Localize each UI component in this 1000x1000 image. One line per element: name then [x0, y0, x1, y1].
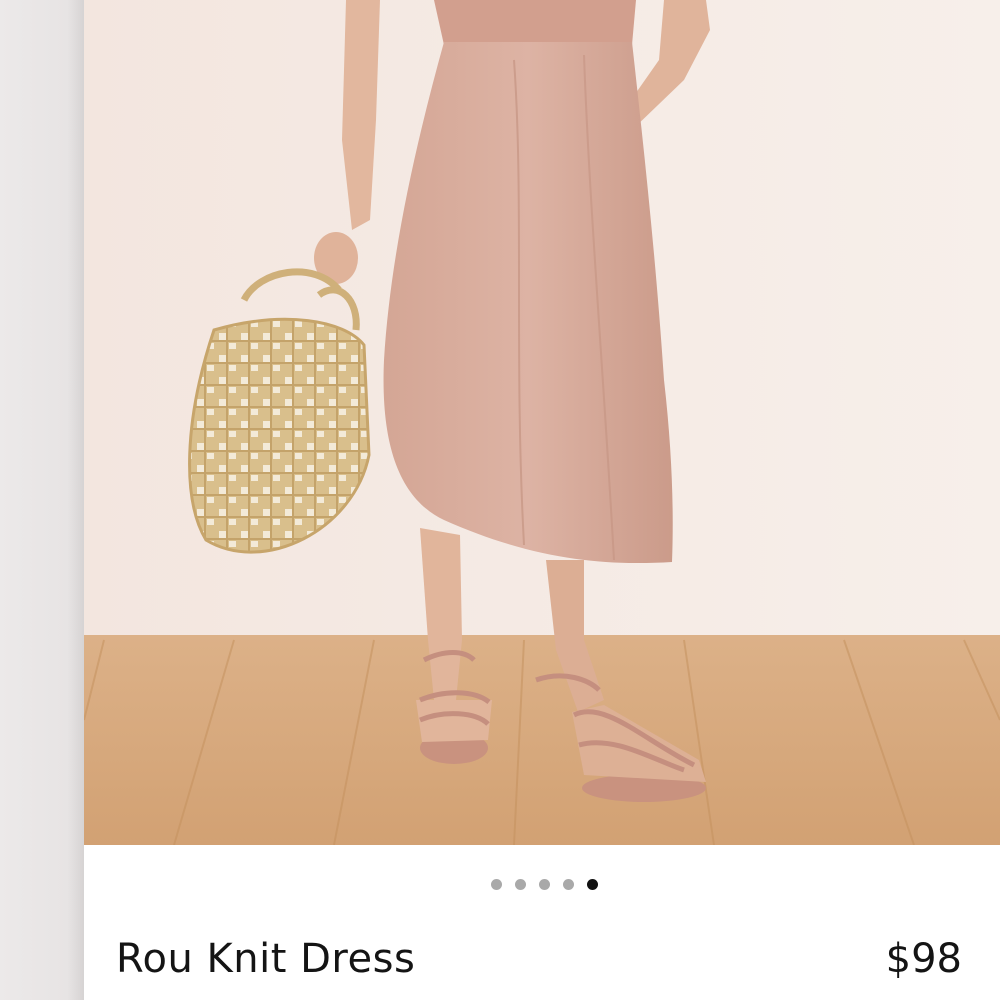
product-image-illustration — [84, 0, 1000, 845]
carousel-pagination — [86, 879, 1000, 890]
product-card[interactable]: Rou Knit Dress $98 — [84, 0, 1000, 1000]
product-name: Rou Knit Dress — [116, 936, 416, 982]
product-price: $98 — [885, 936, 962, 982]
carousel-dot-5[interactable] — [586, 879, 598, 890]
carousel-dot-2[interactable] — [514, 879, 526, 890]
carousel-dot-3[interactable] — [538, 879, 550, 890]
previous-card-edge[interactable] — [0, 0, 84, 1000]
carousel-dot-1[interactable] — [490, 879, 502, 890]
product-photo[interactable] — [84, 0, 1000, 845]
app-screen: Rou Knit Dress $98 — [0, 0, 1000, 1000]
carousel-dot-4[interactable] — [562, 879, 574, 890]
